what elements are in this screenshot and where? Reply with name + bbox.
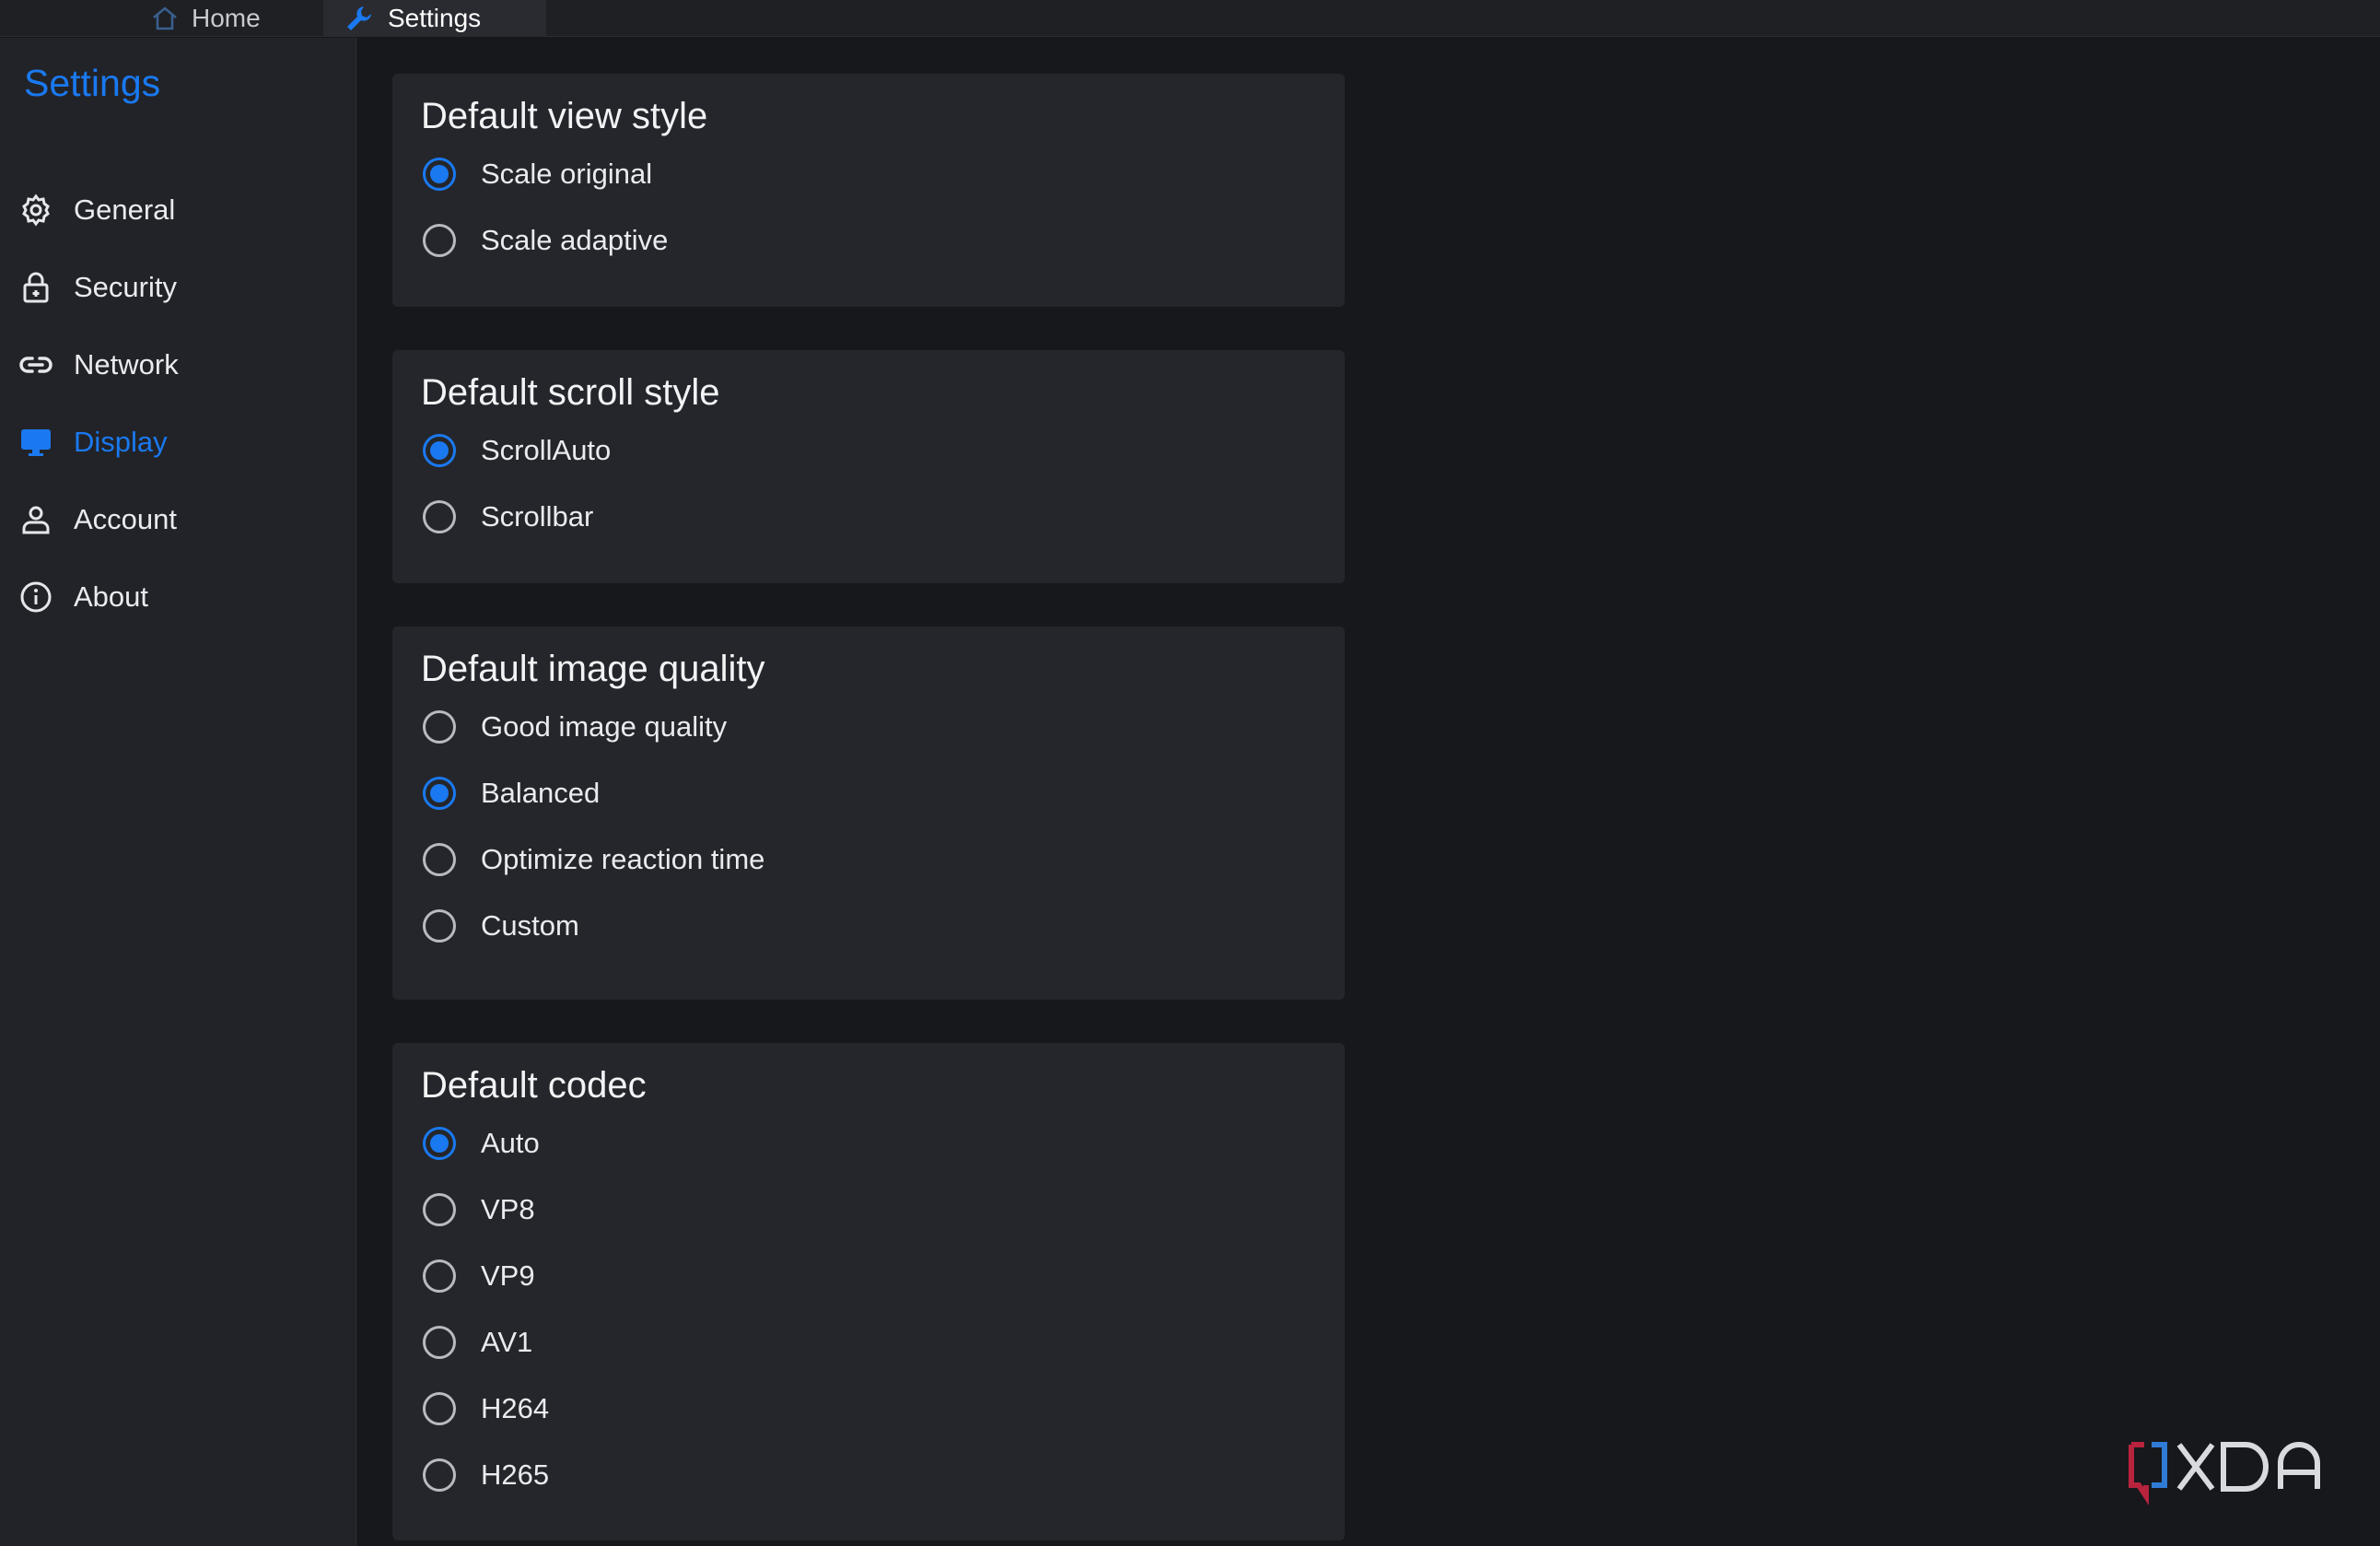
- section-title: Default view style: [421, 96, 708, 136]
- scroll-style-section: Default scroll style ScrollAuto Scrollba…: [392, 350, 1345, 583]
- sidebar-title: Settings: [24, 62, 161, 104]
- radio-button[interactable]: [423, 1458, 456, 1492]
- radio-button[interactable]: [423, 500, 456, 533]
- option-label: Scrollbar: [481, 500, 594, 533]
- lock-icon: [18, 270, 53, 305]
- radio-scrollauto[interactable]: ScrollAuto: [423, 427, 611, 474]
- sidebar-item-label: Account: [74, 503, 178, 535]
- sidebar-item-account[interactable]: Account: [18, 492, 332, 547]
- radio-balanced[interactable]: Balanced: [423, 769, 600, 817]
- tab-home-label: Home: [192, 4, 261, 32]
- sidebar-item-label: Network: [74, 348, 179, 381]
- radio-codec-av1[interactable]: AV1: [423, 1318, 532, 1366]
- sidebar-item-network[interactable]: Network: [18, 337, 332, 392]
- radio-button[interactable]: [423, 1259, 456, 1293]
- radio-codec-h264[interactable]: H264: [423, 1385, 549, 1433]
- section-title: Default image quality: [421, 649, 765, 689]
- sidebar-item-security[interactable]: Security: [18, 260, 332, 315]
- xda-watermark-logo: [2128, 1439, 2353, 1505]
- link-icon: [18, 347, 53, 382]
- sidebar-item-about[interactable]: About: [18, 569, 332, 625]
- option-label: Custom: [481, 909, 579, 942]
- sidebar: Settings General Security Network Displa…: [0, 38, 356, 1546]
- radio-button-checked[interactable]: [423, 434, 456, 467]
- radio-scale-original[interactable]: Scale original: [423, 150, 652, 198]
- radio-codec-vp9[interactable]: VP9: [423, 1252, 535, 1300]
- option-label: ScrollAuto: [481, 434, 612, 466]
- radio-codec-h265[interactable]: H265: [423, 1451, 549, 1499]
- sidebar-item-label: General: [74, 193, 176, 226]
- option-label: Scale adaptive: [481, 224, 669, 256]
- radio-button-checked[interactable]: [423, 158, 456, 191]
- user-icon: [18, 502, 53, 537]
- option-label: Good image quality: [481, 710, 728, 743]
- option-label: Auto: [481, 1127, 540, 1159]
- tab-settings[interactable]: Settings: [323, 0, 546, 37]
- home-icon: [151, 6, 179, 31]
- radio-button-checked[interactable]: [423, 1127, 456, 1160]
- option-label: H264: [481, 1392, 550, 1424]
- option-label: AV1: [481, 1326, 533, 1358]
- radio-optimize-reaction-time[interactable]: Optimize reaction time: [423, 836, 764, 884]
- radio-codec-auto[interactable]: Auto: [423, 1119, 540, 1167]
- radio-button[interactable]: [423, 909, 456, 943]
- sidebar-item-general[interactable]: General: [18, 182, 332, 238]
- option-label: VP8: [481, 1193, 535, 1225]
- tab-settings-label: Settings: [388, 4, 482, 32]
- sidebar-item-label: Security: [74, 271, 177, 303]
- option-label: H265: [481, 1458, 550, 1491]
- section-title: Default codec: [421, 1065, 647, 1106]
- radio-button[interactable]: [423, 1193, 456, 1226]
- view-style-section: Default view style Scale original Scale …: [392, 74, 1345, 307]
- tab-bar: Home Settings: [0, 0, 2380, 37]
- sidebar-item-label: Display: [74, 426, 168, 458]
- radio-button[interactable]: [423, 224, 456, 257]
- monitor-icon: [18, 425, 53, 460]
- image-quality-section: Default image quality Good image quality…: [392, 627, 1345, 1000]
- radio-button-checked[interactable]: [423, 777, 456, 810]
- option-label: Optimize reaction time: [481, 843, 765, 875]
- radio-button[interactable]: [423, 1392, 456, 1425]
- wrench-icon: [344, 3, 375, 34]
- tab-home[interactable]: Home: [151, 0, 261, 37]
- radio-good-image-quality[interactable]: Good image quality: [423, 703, 727, 751]
- sidebar-item-label: About: [74, 580, 149, 613]
- radio-scrollbar[interactable]: Scrollbar: [423, 493, 593, 541]
- radio-scale-adaptive[interactable]: Scale adaptive: [423, 217, 668, 264]
- radio-codec-vp8[interactable]: VP8: [423, 1186, 535, 1234]
- gear-icon: [18, 193, 53, 228]
- radio-button[interactable]: [423, 843, 456, 876]
- section-title: Default scroll style: [421, 372, 720, 413]
- option-label: Balanced: [481, 777, 601, 809]
- codec-section: Default codec Auto VP8 VP9 AV1 H264 H265: [392, 1043, 1345, 1540]
- sidebar-item-display[interactable]: Display: [18, 415, 332, 470]
- info-icon: [18, 580, 53, 615]
- radio-button[interactable]: [423, 710, 456, 744]
- radio-button[interactable]: [423, 1326, 456, 1359]
- option-label: VP9: [481, 1259, 535, 1292]
- option-label: Scale original: [481, 158, 653, 190]
- radio-custom[interactable]: Custom: [423, 902, 579, 950]
